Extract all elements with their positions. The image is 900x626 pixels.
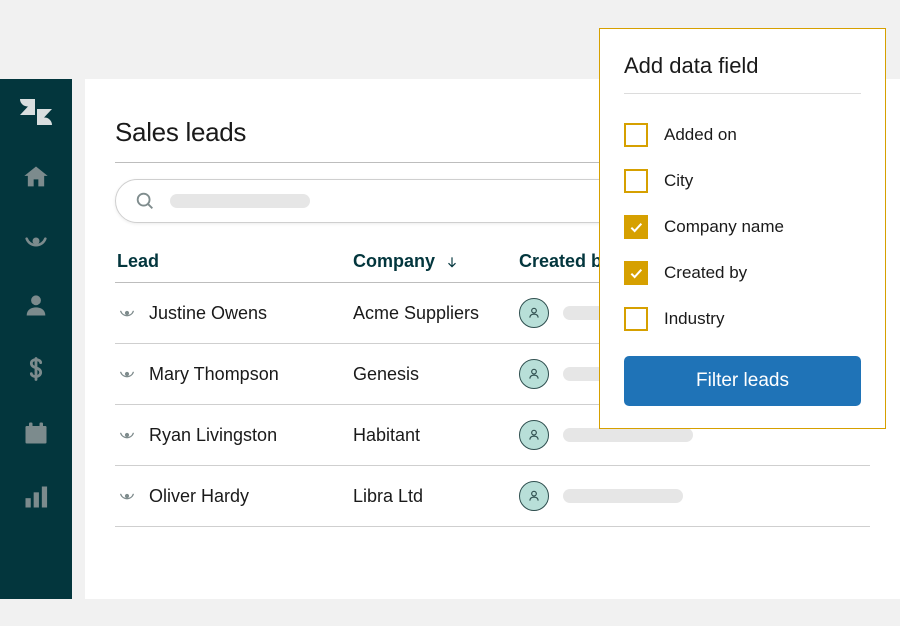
popover-divider	[624, 93, 861, 94]
col-header-lead[interactable]: Lead	[117, 251, 353, 272]
filter-leads-button[interactable]: Filter leads	[624, 356, 861, 406]
calendar-icon[interactable]	[22, 419, 50, 447]
search-placeholder-skeleton	[170, 194, 310, 208]
company-cell: Habitant	[353, 425, 519, 446]
bar-chart-icon[interactable]	[22, 483, 50, 511]
lead-cell: Justine Owens	[117, 303, 353, 324]
field-option-label: Company name	[664, 217, 784, 237]
field-option[interactable]: Industry	[624, 296, 861, 342]
created-by-cell	[519, 481, 868, 511]
lead-name: Ryan Livingston	[149, 425, 277, 446]
lead-name: Justine Owens	[149, 303, 267, 324]
company-cell: Libra Ltd	[353, 486, 519, 507]
lead-icon	[117, 364, 137, 384]
company-cell: Genesis	[353, 364, 519, 385]
table-row[interactable]: Oliver Hardy Libra Ltd	[115, 466, 870, 527]
avatar	[519, 359, 549, 389]
sort-down-icon	[445, 255, 459, 269]
add-data-field-popover: Add data field Added on City Company name C…	[599, 28, 886, 429]
search-icon	[134, 190, 156, 212]
dollar-icon[interactable]	[22, 355, 50, 383]
person-icon[interactable]	[22, 291, 50, 319]
reach-icon[interactable]	[22, 227, 50, 255]
sidebar	[0, 79, 72, 599]
avatar	[519, 298, 549, 328]
field-option[interactable]: Added on	[624, 112, 861, 158]
lead-cell: Mary Thompson	[117, 364, 353, 385]
field-option-label: City	[664, 171, 693, 191]
lead-name: Mary Thompson	[149, 364, 279, 385]
avatar	[519, 420, 549, 450]
checkbox[interactable]	[624, 123, 648, 147]
created-by-skeleton	[563, 428, 693, 442]
field-option[interactable]: Company name	[624, 204, 861, 250]
company-cell: Acme Suppliers	[353, 303, 519, 324]
lead-name: Oliver Hardy	[149, 486, 249, 507]
lead-icon	[117, 486, 137, 506]
checkbox[interactable]	[624, 261, 648, 285]
home-icon[interactable]	[22, 163, 50, 191]
checkbox[interactable]	[624, 215, 648, 239]
field-option[interactable]: City	[624, 158, 861, 204]
lead-icon	[117, 303, 137, 323]
avatar	[519, 481, 549, 511]
col-header-company[interactable]: Company	[353, 251, 519, 272]
created-by-skeleton	[563, 489, 683, 503]
lead-cell: Ryan Livingston	[117, 425, 353, 446]
zendesk-logo-icon	[20, 97, 52, 127]
popover-title: Add data field	[624, 53, 861, 79]
field-option-label: Added on	[664, 125, 737, 145]
lead-icon	[117, 425, 137, 445]
lead-cell: Oliver Hardy	[117, 486, 353, 507]
checkbox[interactable]	[624, 169, 648, 193]
field-option-label: Created by	[664, 263, 747, 283]
field-option[interactable]: Created by	[624, 250, 861, 296]
checkbox[interactable]	[624, 307, 648, 331]
field-option-label: Industry	[664, 309, 724, 329]
